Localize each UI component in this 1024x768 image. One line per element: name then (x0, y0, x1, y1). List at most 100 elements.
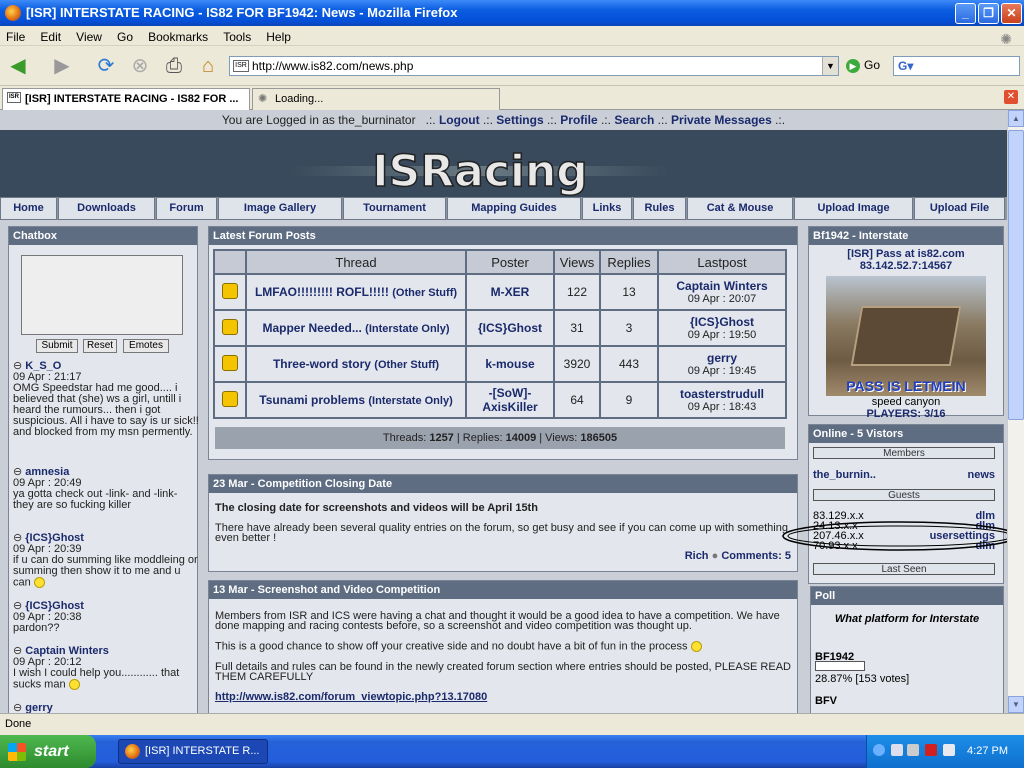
close-tab-icon[interactable]: ✕ (1004, 90, 1018, 104)
tab-loading[interactable]: ✺ Loading... (252, 88, 500, 110)
chat-message-input[interactable] (21, 255, 183, 335)
tab-favicon: ISR (7, 92, 21, 103)
tab-news[interactable]: ISR [ISR] INTERSTATE RACING - IS82 FOR .… (2, 88, 250, 110)
lastpost-cell[interactable]: gerry 09 Apr : 19:45 (659, 347, 785, 381)
menu-edit[interactable]: Edit (34, 26, 67, 48)
taskbar-firefox-item[interactable]: [ISR] INTERSTATE R... (118, 739, 268, 764)
chat-submit-button[interactable]: Submit (36, 339, 78, 353)
smiley-icon (33, 577, 45, 588)
nav-tournament[interactable]: Tournament (343, 197, 446, 220)
scroll-thumb[interactable] (1008, 130, 1024, 420)
security-icon[interactable] (943, 744, 955, 756)
poster-cell[interactable]: k-mouse (467, 347, 553, 381)
status-text: Done (5, 718, 32, 730)
window-title-bar: [ISR] INTERSTATE RACING - IS82 FOR BF194… (0, 0, 1024, 26)
menu-file[interactable]: File (0, 26, 31, 48)
profile-link[interactable]: Profile (560, 113, 597, 127)
news-author-link[interactable]: Rich (685, 550, 709, 562)
lastpost-col-header: Lastpost (659, 251, 785, 273)
nav-links[interactable]: Links (582, 197, 632, 220)
thread-cell[interactable]: Tsunami problems (Interstate Only) (247, 383, 465, 417)
member-name[interactable]: the_burnin.. (813, 469, 876, 481)
forum-posts-title: Latest Forum Posts (209, 227, 797, 245)
system-tray: 4:27 PM (866, 735, 1024, 768)
thread-cell[interactable]: Three-word story (Other Stuff) (247, 347, 465, 381)
nav-rules[interactable]: Rules (633, 197, 686, 220)
settings-link[interactable]: Settings (496, 113, 543, 127)
online-title: Online - 5 Vistors (809, 425, 1003, 443)
map-terrain-shape (850, 306, 962, 366)
home-icon[interactable]: ⌂ (194, 52, 222, 80)
replies-cell: 443 (601, 347, 657, 381)
chat-message: ⊖ amnesia 09 Apr : 20:49 ya gotta check … (13, 467, 199, 511)
go-button[interactable]: ▶ Go (846, 58, 880, 73)
logged-in-text: You are Logged in as the_burninator (221, 113, 416, 127)
ati-icon[interactable] (925, 744, 937, 756)
search-box[interactable]: G▾ (893, 56, 1020, 76)
scroll-up-icon[interactable]: ▲ (1008, 110, 1024, 127)
minimize-button[interactable]: _ (955, 3, 976, 24)
news-title: 23 Mar - Competition Closing Date (209, 475, 797, 493)
menu-tools[interactable]: Tools (217, 26, 257, 48)
thread-cell[interactable]: Mapper Needed... (Interstate Only) (247, 311, 465, 345)
nav-mapping-guides[interactable]: Mapping Guides (447, 197, 581, 220)
url-dropdown-icon[interactable]: ▼ (822, 57, 838, 75)
views-cell: 64 (555, 383, 599, 417)
nav-forum[interactable]: Forum (156, 197, 217, 220)
menu-view[interactable]: View (70, 26, 108, 48)
poster-cell[interactable]: M-XER (467, 275, 553, 309)
thread-cell[interactable]: LMFAO!!!!!!!!! ROFL!!!!! (Other Stuff) (247, 275, 465, 309)
svg-text:ISRacing: ISRacing (372, 146, 588, 197)
lastpost-cell[interactable]: Captain Winters 09 Apr : 20:07 (659, 275, 785, 309)
chat-message: ⊖ Captain Winters 09 Apr : 20:12 I wish … (13, 646, 199, 691)
forum-topic-link[interactable]: http://www.is82.com/forum_viewtopic.php?… (215, 692, 791, 703)
menu-help[interactable]: Help (260, 26, 297, 48)
nav-home[interactable]: Home (0, 197, 57, 220)
forward-icon[interactable]: ▶ (48, 52, 76, 80)
thread-icon-cell (215, 347, 245, 381)
last-seen-header: Last Seen (813, 563, 995, 575)
vertical-scrollbar[interactable]: ▲ ▼ (1007, 110, 1024, 713)
start-button[interactable]: start (0, 735, 96, 768)
taskbar: start [ISR] INTERSTATE R... 4:27 PM (0, 735, 1024, 768)
menu-bar: File Edit View Go Bookmarks Tools Help ✺ (0, 26, 1024, 48)
chat-text: ya gotta check out -link- and -link- the… (13, 488, 178, 511)
server-panel: Bf1942 - Interstate [ISR] Pass at is82.c… (808, 226, 1004, 420)
chat-emotes-button[interactable]: Emotes (123, 339, 169, 353)
maximize-button[interactable]: ❐ (978, 3, 999, 24)
chat-author[interactable]: gerry (25, 702, 53, 714)
chat-message: ⊖ K_S_O 09 Apr : 21:17 OMG Speedstar had… (13, 360, 199, 438)
guests-header: Guests (813, 489, 995, 501)
print-icon[interactable]: ⎙ (160, 52, 188, 80)
address-bar[interactable]: ISR http://www.is82.com/news.php ▼ (229, 56, 839, 76)
tray-expand-icon[interactable] (873, 744, 885, 756)
reload-icon[interactable]: ⟳ (92, 52, 120, 80)
member-row[interactable]: the_burnin.. news (813, 469, 995, 481)
nav-upload-image[interactable]: Upload Image (794, 197, 913, 220)
nav-image-gallery[interactable]: Image Gallery (218, 197, 342, 220)
topic-icon (222, 390, 238, 407)
scroll-down-icon[interactable]: ▼ (1008, 696, 1024, 713)
back-icon[interactable]: ◀ (4, 52, 32, 80)
nav-upload-file[interactable]: Upload File (914, 197, 1005, 220)
poll-question: What platform for Interstate (834, 613, 980, 625)
menu-bookmarks[interactable]: Bookmarks (142, 26, 214, 48)
server-name[interactable]: [ISR] Pass at is82.com (809, 248, 1003, 260)
private-messages-link[interactable]: Private Messages (671, 113, 772, 127)
menu-go[interactable]: Go (111, 26, 139, 48)
volume-icon[interactable] (907, 744, 919, 756)
poster-cell[interactable]: {ICS}Ghost (467, 311, 553, 345)
lastpost-cell[interactable]: toasterstrudull 09 Apr : 18:43 (659, 383, 785, 417)
forum-header-row: Thread Poster Views Replies Lastpost (215, 251, 785, 273)
network-icon[interactable] (891, 744, 903, 756)
poster-cell[interactable]: -[SoW]-AxisKiller (467, 383, 553, 417)
lastpost-cell[interactable]: {ICS}Ghost 09 Apr : 19:50 (659, 311, 785, 345)
search-link[interactable]: Search (614, 113, 654, 127)
chat-message: ⊖ gerry (13, 702, 53, 714)
logout-link[interactable]: Logout (439, 113, 480, 127)
chat-reset-button[interactable]: Reset (83, 339, 117, 353)
nav-downloads[interactable]: Downloads (58, 197, 155, 220)
stop-icon[interactable]: ⊗ (126, 52, 154, 80)
close-button[interactable]: ✕ (1001, 3, 1022, 24)
nav-cat-mouse[interactable]: Cat & Mouse (687, 197, 793, 220)
